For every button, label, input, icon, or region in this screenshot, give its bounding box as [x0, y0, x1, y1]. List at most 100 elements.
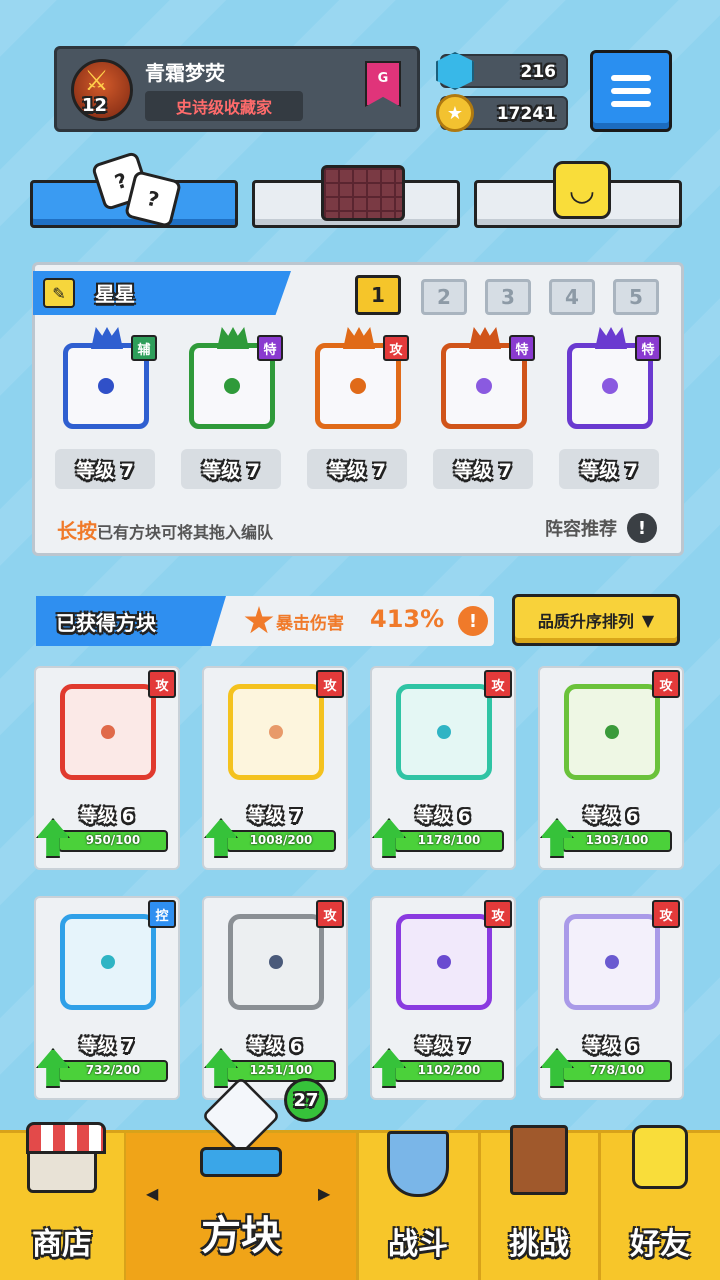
progress-text: 1303/100 — [585, 833, 649, 847]
team-slot-2[interactable]: 特 — [177, 323, 287, 433]
upgrade-progress-bar: 950/100 — [58, 830, 168, 852]
team-page-tab-2[interactable]: 2 — [421, 279, 467, 315]
block-card[interactable]: 攻等级 6 1251/100 — [202, 896, 348, 1100]
nav-battle-label: 战斗 — [388, 1227, 448, 1262]
nav-right-arrow-icon[interactable]: ▶ — [318, 1184, 330, 1203]
block-dot-icon — [605, 955, 619, 969]
block-type-badge: 攻 — [484, 670, 512, 698]
team-page-tab-4[interactable]: 4 — [549, 279, 595, 315]
drag-hint-emphasis: 长按 — [57, 519, 97, 543]
block-card[interactable]: 攻等级 6 950/100 — [34, 666, 180, 870]
main-menu-button[interactable] — [590, 50, 672, 132]
block-type-badge: 攻 — [316, 670, 344, 698]
info-icon: ! — [627, 513, 657, 543]
block-type-badge: 攻 — [383, 335, 409, 361]
block-card[interactable]: 攻等级 6 1303/100 — [538, 666, 684, 870]
coin-icon: ★ — [436, 94, 474, 132]
team-slot-5[interactable]: 特 — [555, 323, 665, 433]
nav-blocks[interactable]: 方块 — [126, 1076, 356, 1280]
block-dot-icon — [437, 955, 451, 969]
block-card[interactable]: 攻等级 7 1008/200 — [202, 666, 348, 870]
coin-amount: 17241 — [496, 104, 556, 124]
nav-friends[interactable]: 好友 — [600, 1125, 720, 1280]
block-art — [564, 914, 660, 1010]
crit-info-icon[interactable]: ! — [458, 606, 488, 636]
nav-shop[interactable]: 商店 — [0, 1122, 124, 1280]
shop-icon — [26, 1122, 106, 1193]
block-type-badge: 攻 — [148, 670, 176, 698]
slot-level-5: 等级 7 — [559, 449, 659, 489]
friend-character-icon — [632, 1125, 688, 1189]
progress-text: 1251/100 — [249, 1063, 313, 1077]
block-type-badge: 特 — [257, 335, 283, 361]
upgrade-progress-bar: 1008/200 — [226, 830, 336, 852]
slot-level-3: 等级 7 — [307, 449, 407, 489]
drag-hint-text: 已有方块可将其拖入编队 — [97, 523, 274, 542]
block-art — [60, 914, 156, 1010]
player-avatar[interactable]: ⚔ 12 — [71, 59, 133, 121]
block-art — [228, 684, 324, 780]
block-card[interactable]: 攻等级 6 778/100 — [538, 896, 684, 1100]
player-title-badge: 史诗级收藏家 — [145, 91, 303, 121]
crit-burst-icon — [244, 606, 274, 634]
lineup-recommend-label: 阵容推荐 — [545, 519, 617, 540]
upgrade-progress-bar: 1178/100 — [394, 830, 504, 852]
team-page-tab-5[interactable]: 5 — [613, 279, 659, 315]
tab-board[interactable] — [252, 165, 460, 228]
nav-battle[interactable]: 战斗 — [358, 1131, 478, 1280]
upgrade-progress-bar: 1102/200 — [394, 1060, 504, 1082]
nav-challenge[interactable]: 挑战 — [480, 1125, 598, 1280]
player-level: 12 — [82, 95, 108, 116]
block-dot-icon — [269, 955, 283, 969]
dragon-head-icon — [469, 327, 501, 349]
progress-text: 1178/100 — [417, 833, 481, 847]
gem-amount: 216 — [520, 62, 557, 82]
block-type-badge: 攻 — [316, 900, 344, 928]
mystery-block-icon — [200, 1076, 282, 1183]
nav-shop-label: 商店 — [32, 1227, 92, 1262]
team-slot-1[interactable]: 辅 — [51, 323, 161, 433]
team-slot-4[interactable]: 特 — [429, 323, 539, 433]
collection-title-box: 已获得方块 — [36, 596, 226, 646]
block-card[interactable]: 控等级 7 732/200 — [34, 896, 180, 1100]
block-card[interactable]: 攻等级 6 1178/100 — [370, 666, 516, 870]
team-slot-3[interactable]: 攻 — [303, 323, 413, 433]
block-dot-icon — [101, 955, 115, 969]
blocks-count-badge: 27 — [284, 1078, 328, 1122]
team-name: 星星 — [95, 282, 135, 306]
progress-text: 950/100 — [85, 833, 141, 847]
player-profile-panel[interactable]: ⚔ 12 青霜梦荧 史诗级收藏家 G — [54, 46, 420, 132]
hamburger-line — [611, 75, 651, 81]
progress-text: 778/100 — [589, 1063, 645, 1077]
team-page-tab-1[interactable]: 1 — [355, 275, 401, 315]
lineup-recommend-button[interactable]: 阵容推荐 ! — [545, 513, 657, 543]
block-art — [396, 914, 492, 1010]
sort-dropdown[interactable]: 品质升序排列 ▼ — [512, 594, 680, 646]
tab-dice[interactable]: ? ? — [30, 150, 238, 229]
coin-counter[interactable]: ★ 17241 — [436, 94, 568, 132]
nav-left-arrow-icon[interactable]: ◀ — [146, 1184, 158, 1203]
block-type-badge: 攻 — [652, 900, 680, 928]
team-header[interactable]: ✎ 星星 — [33, 271, 291, 315]
block-type-badge: 辅 — [131, 335, 157, 361]
dragon-head-icon — [91, 327, 123, 349]
gem-counter[interactable]: 216 — [436, 52, 568, 90]
slot-level-2: 等级 7 — [181, 449, 281, 489]
dragon-head-icon — [217, 327, 249, 349]
shield-sword-icon — [387, 1131, 449, 1197]
block-dot-icon — [101, 725, 115, 739]
tab-emoji[interactable]: ◡ — [474, 161, 682, 228]
slot-level-4: 等级 7 — [433, 449, 533, 489]
slot-level-1: 等级 7 — [55, 449, 155, 489]
team-panel: ✎ 星星 1 2 3 4 5 辅 特 攻 特 特 等级 7 等级 7 等级 7 … — [32, 262, 684, 556]
block-type-badge: 攻 — [652, 670, 680, 698]
block-card[interactable]: 攻等级 7 1102/200 — [370, 896, 516, 1100]
dropdown-arrow-icon: ▼ — [641, 610, 655, 630]
team-page-tab-3[interactable]: 3 — [485, 279, 531, 315]
block-dot-icon — [437, 725, 451, 739]
block-dot-icon — [224, 378, 240, 394]
sort-label: 品质升序排列 — [537, 612, 634, 631]
bottom-nav: 商店 方块 战斗 挑战 好友 — [0, 1076, 720, 1280]
pencil-icon[interactable]: ✎ — [43, 278, 75, 308]
progress-text: 1102/200 — [417, 1063, 481, 1077]
